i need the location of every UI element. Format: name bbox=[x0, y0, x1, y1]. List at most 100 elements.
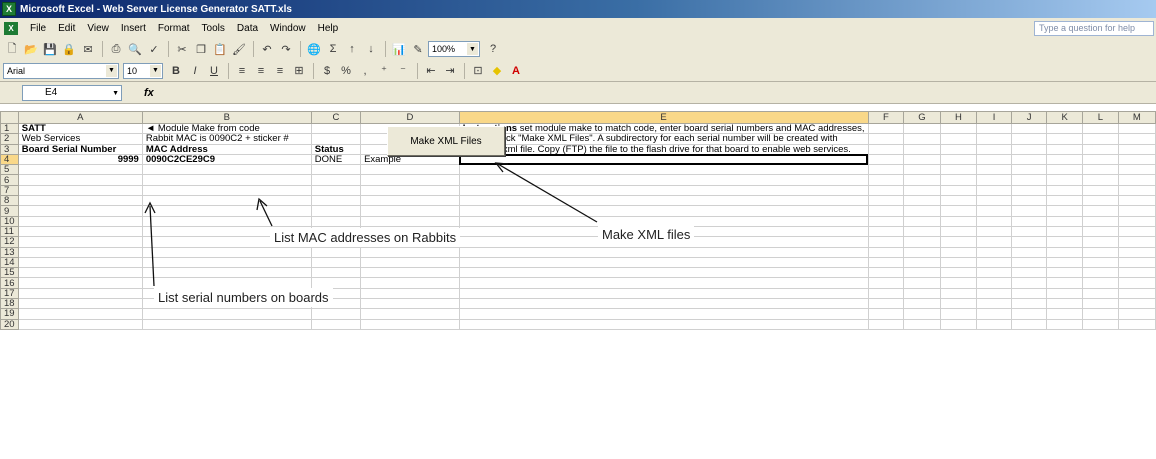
merge-center-icon[interactable]: ⊞ bbox=[290, 62, 308, 80]
open-folder-icon[interactable]: 📂 bbox=[22, 40, 40, 58]
cell[interactable] bbox=[868, 319, 905, 330]
cell[interactable] bbox=[311, 257, 362, 269]
row-header[interactable]: 7 bbox=[0, 184, 19, 197]
column-header[interactable]: H bbox=[939, 111, 978, 124]
cell[interactable] bbox=[903, 288, 941, 300]
cell[interactable] bbox=[1046, 298, 1084, 310]
help-search-input[interactable]: Type a question for help bbox=[1034, 21, 1154, 36]
column-header-selected[interactable]: E bbox=[458, 111, 869, 124]
decrease-decimal-icon[interactable]: ⁻ bbox=[394, 62, 412, 80]
increase-decimal-icon[interactable]: ⁺ bbox=[375, 62, 393, 80]
cell-c1[interactable] bbox=[311, 123, 362, 135]
bold-button[interactable]: B bbox=[167, 62, 185, 80]
cell[interactable] bbox=[142, 174, 312, 186]
cell[interactable] bbox=[868, 247, 905, 258]
align-right-icon[interactable]: ≡ bbox=[271, 62, 289, 80]
cell[interactable] bbox=[976, 288, 1013, 300]
help-icon[interactable]: ? bbox=[484, 40, 502, 58]
cell[interactable] bbox=[1118, 205, 1156, 217]
cell[interactable] bbox=[976, 174, 1013, 186]
cell[interactable] bbox=[1082, 174, 1119, 186]
cell-c2[interactable] bbox=[311, 133, 362, 145]
chevron-down-icon[interactable]: ▼ bbox=[150, 64, 161, 77]
cell[interactable] bbox=[903, 247, 941, 258]
cell[interactable] bbox=[903, 267, 941, 279]
column-header[interactable]: I bbox=[976, 111, 1013, 124]
cell[interactable] bbox=[311, 195, 362, 207]
align-center-icon[interactable]: ≡ bbox=[252, 62, 270, 80]
cell[interactable] bbox=[18, 185, 143, 197]
column-header[interactable]: A bbox=[17, 111, 143, 124]
cell[interactable] bbox=[18, 288, 143, 300]
cell[interactable] bbox=[1011, 298, 1048, 310]
cell[interactable] bbox=[142, 205, 312, 217]
menu-help[interactable]: Help bbox=[312, 23, 345, 34]
cell[interactable] bbox=[903, 308, 941, 320]
cell[interactable] bbox=[459, 185, 869, 197]
cell-a3[interactable]: Board Serial Number bbox=[18, 144, 143, 155]
font-color-icon[interactable]: A bbox=[507, 62, 525, 80]
menu-file[interactable]: File bbox=[24, 23, 52, 34]
email-icon[interactable]: ✉ bbox=[79, 40, 97, 58]
cell[interactable] bbox=[1046, 164, 1084, 176]
cell[interactable] bbox=[142, 308, 312, 320]
row-header[interactable]: 19 bbox=[0, 308, 19, 320]
column-header[interactable]: L bbox=[1082, 111, 1119, 124]
cell[interactable] bbox=[903, 185, 941, 197]
cell[interactable] bbox=[940, 216, 978, 227]
cell[interactable] bbox=[1118, 267, 1156, 279]
cell-b1[interactable]: ◄ Module Make from code bbox=[142, 123, 312, 135]
cell[interactable] bbox=[940, 174, 978, 186]
copy-icon[interactable]: ❐ bbox=[192, 40, 210, 58]
cell[interactable] bbox=[459, 277, 869, 289]
cell[interactable] bbox=[940, 195, 978, 207]
column-header[interactable]: B bbox=[141, 111, 312, 124]
cell[interactable] bbox=[868, 308, 905, 320]
cell[interactable] bbox=[940, 185, 978, 197]
menu-edit[interactable]: Edit bbox=[52, 23, 81, 34]
cell-a4[interactable]: 9999 bbox=[18, 154, 143, 166]
cell[interactable] bbox=[1046, 236, 1084, 248]
cell[interactable] bbox=[1082, 164, 1119, 176]
row-header[interactable]: 9 bbox=[0, 205, 19, 217]
cell[interactable] bbox=[360, 205, 460, 217]
cell[interactable] bbox=[142, 267, 312, 279]
cell[interactable] bbox=[360, 288, 460, 300]
sort-ascending-icon[interactable]: ↑ bbox=[343, 40, 361, 58]
cell[interactable] bbox=[940, 257, 978, 269]
row-header[interactable]: 2 bbox=[0, 133, 19, 145]
cell[interactable] bbox=[18, 164, 143, 176]
cell-c4[interactable]: DONE bbox=[311, 154, 362, 166]
cell-a1[interactable]: SATT bbox=[18, 123, 143, 135]
cell[interactable] bbox=[1011, 319, 1048, 330]
cell[interactable] bbox=[903, 216, 941, 227]
cell[interactable] bbox=[311, 308, 362, 320]
redo-icon[interactable]: ↷ bbox=[277, 40, 295, 58]
cell[interactable] bbox=[360, 164, 460, 176]
cell[interactable] bbox=[311, 174, 362, 186]
cell[interactable] bbox=[311, 185, 362, 197]
chevron-down-icon[interactable]: ▼ bbox=[467, 43, 478, 55]
chart-wizard-icon[interactable]: 📊 bbox=[390, 40, 408, 58]
cell[interactable] bbox=[459, 308, 869, 320]
cell[interactable] bbox=[903, 277, 941, 289]
cell[interactable] bbox=[903, 298, 941, 310]
cell[interactable] bbox=[142, 185, 312, 197]
cell[interactable] bbox=[1011, 164, 1048, 176]
cell[interactable] bbox=[903, 236, 941, 248]
cell[interactable] bbox=[1082, 267, 1119, 279]
cell[interactable] bbox=[1082, 308, 1119, 320]
undo-icon[interactable]: ↶ bbox=[258, 40, 276, 58]
align-left-icon[interactable]: ≡ bbox=[233, 62, 251, 80]
cell[interactable] bbox=[1011, 288, 1048, 300]
select-all-corner[interactable] bbox=[0, 111, 19, 124]
menu-data[interactable]: Data bbox=[231, 23, 264, 34]
cell[interactable] bbox=[1118, 236, 1156, 248]
cell[interactable] bbox=[1046, 288, 1084, 300]
cell[interactable] bbox=[360, 185, 460, 197]
cell[interactable] bbox=[868, 257, 905, 269]
row-header[interactable]: 13 bbox=[0, 246, 19, 258]
cell[interactable] bbox=[868, 174, 905, 186]
cell[interactable] bbox=[459, 298, 869, 310]
cell[interactable] bbox=[1118, 174, 1156, 186]
